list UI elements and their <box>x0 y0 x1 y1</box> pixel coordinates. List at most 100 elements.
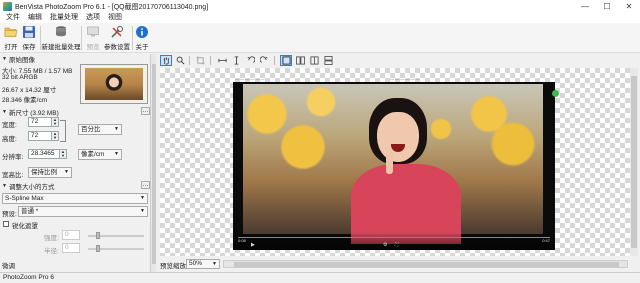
tools-icon <box>111 26 123 38</box>
menu-edit[interactable]: 编辑 <box>24 13 46 23</box>
top-mark-right: — — — — — — <box>390 76 420 81</box>
video-progress <box>238 237 550 238</box>
menu-view[interactable]: 视图 <box>104 13 126 23</box>
resize-method-more-button[interactable]: … <box>141 181 150 189</box>
amount-slider-handle[interactable] <box>96 232 100 239</box>
fit-height-button[interactable] <box>230 55 242 66</box>
dimensions-cm: 26.67 x 14.32 厘寸 <box>2 87 57 94</box>
menu-options[interactable]: 选项 <box>82 13 104 23</box>
settings-scrollbar[interactable] <box>150 54 156 272</box>
about-label: 关于 <box>135 44 149 51</box>
settings-button[interactable]: 参数设置 <box>104 24 130 52</box>
menu-bar: 文件 编辑 批量处理 选项 视图 <box>0 13 640 23</box>
person-figure <box>351 98 471 244</box>
minimize-button[interactable]: — <box>574 0 596 13</box>
zoom-select[interactable]: 50% ▼ <box>186 259 220 269</box>
figure-body <box>351 164 461 244</box>
hand-icon <box>163 57 169 65</box>
scrollbar-thumb[interactable] <box>631 76 637 248</box>
view-split-horizontal-button[interactable] <box>322 55 334 66</box>
radius-slider-handle[interactable] <box>96 245 100 252</box>
chevron-down-icon: ▼ <box>140 208 145 214</box>
aspect-link-icon[interactable] <box>60 120 66 142</box>
resolution-unit-select[interactable]: 像素/cm ▼ <box>78 149 122 160</box>
new-batch-button[interactable]: 新建批量处理 <box>41 24 81 52</box>
about-button[interactable]: 关于 <box>134 24 150 52</box>
app-icon <box>3 2 12 11</box>
single-view-icon <box>281 56 291 65</box>
height-input[interactable]: 72 <box>28 131 52 141</box>
figure-finger <box>386 150 393 174</box>
view-split-compare-button[interactable] <box>308 55 320 66</box>
toolbar-divider <box>132 26 133 50</box>
width-input[interactable]: 72 <box>28 117 52 127</box>
maximize-button[interactable]: ☐ <box>596 0 618 13</box>
open-button[interactable]: 打开 <box>2 24 20 52</box>
preview-button[interactable]: 预览 <box>84 24 102 52</box>
preview-image[interactable]: 0:08 0:47 ▶ ⚙ ⛶ <box>233 82 555 250</box>
preset-select[interactable]: 普通 * ▼ <box>18 206 148 217</box>
width-spinner[interactable]: ▲ ▼ <box>51 117 59 127</box>
height-spinner[interactable]: ▲ ▼ <box>51 131 59 141</box>
size-unit-value: 百分比 <box>81 126 101 133</box>
save-button[interactable]: 保存 <box>20 24 38 52</box>
hand-tool-button[interactable] <box>160 55 172 66</box>
open-label: 打开 <box>4 44 18 51</box>
radius-input[interactable]: 0 <box>62 243 80 253</box>
image-scene <box>243 84 543 244</box>
preview-toolbar-divider <box>210 56 211 65</box>
resolution-spinner[interactable]: ▲ ▼ <box>59 149 67 159</box>
info-icon <box>136 26 148 38</box>
chevron-down-icon: ▼ <box>64 169 69 175</box>
scrollbar-thumb[interactable] <box>234 262 619 267</box>
chevron-down-icon: ▼ <box>140 195 145 201</box>
rotate-left-icon <box>247 56 255 63</box>
original-image-header[interactable]: ▼ 原始图像 <box>0 54 150 64</box>
chevron-down-icon: ▼ <box>212 261 217 267</box>
settings-label: 参数设置 <box>104 44 130 51</box>
video-controls: 0:08 0:47 ▶ ⚙ ⛶ <box>233 234 555 250</box>
new-size-header[interactable]: ▼ 新尺寸 (3.92 MB) … <box>0 107 150 117</box>
amount-input[interactable]: 0 <box>62 230 80 240</box>
magnifier-icon <box>176 56 184 65</box>
resolution-info: 28.346 像素/cm <box>2 97 48 104</box>
preset-label: 预设: <box>2 211 17 218</box>
original-thumbnail <box>80 64 148 104</box>
split-vertical-icon <box>295 56 305 65</box>
aspect-label: 宽高比: <box>2 172 24 179</box>
figure-face <box>377 112 419 162</box>
rotate-left-button[interactable] <box>244 55 256 66</box>
fit-width-button[interactable] <box>216 55 228 66</box>
top-mark-left: — — — — — — <box>235 76 265 81</box>
new-batch-label: 新建批量处理 <box>41 44 81 51</box>
crop-tool-button[interactable] <box>194 55 206 66</box>
preview-vertical-scrollbar[interactable] <box>630 68 638 256</box>
zoom-tool-button[interactable] <box>174 55 186 66</box>
rotate-right-icon <box>259 56 267 63</box>
size-unit-select[interactable]: 百分比 ▼ <box>78 124 122 135</box>
scrollbar-thumb[interactable] <box>152 64 156 264</box>
resolution-input[interactable]: 28.3465 <box>28 149 60 159</box>
chevron-down-icon: ▼ <box>114 126 119 132</box>
stack-icon <box>56 26 66 37</box>
method-select[interactable]: S-Spline Max ▼ <box>2 193 148 204</box>
fullscreen-icon: ⛶ <box>395 242 399 248</box>
close-button[interactable]: ✕ <box>618 0 640 13</box>
unsharp-checkbox[interactable] <box>3 221 9 227</box>
rotate-right-button[interactable] <box>258 55 270 66</box>
menu-batch[interactable]: 批量处理 <box>46 13 82 23</box>
preview-toolbar-divider <box>189 56 190 65</box>
resolution-label: 分辨率: <box>2 154 24 161</box>
view-split-vertical-button[interactable] <box>294 55 306 66</box>
preset-value: 普通 * <box>21 208 39 215</box>
window-controls: — ☐ ✕ <box>574 0 640 13</box>
status-bar: PhotoZoom Pro 6 <box>0 272 640 283</box>
preview-horizontal-scrollbar[interactable] <box>223 260 628 268</box>
view-single-button[interactable] <box>280 55 292 66</box>
new-size-more-button[interactable]: … <box>141 107 150 115</box>
collapse-triangle-icon: ▼ <box>2 108 7 115</box>
resize-method-header[interactable]: ▼ 调整大小的方式 … <box>0 181 150 191</box>
aspect-select[interactable]: 保持比例 ▼ <box>28 167 72 178</box>
menu-file[interactable]: 文件 <box>2 13 24 23</box>
vertical-arrows-icon <box>234 56 238 65</box>
